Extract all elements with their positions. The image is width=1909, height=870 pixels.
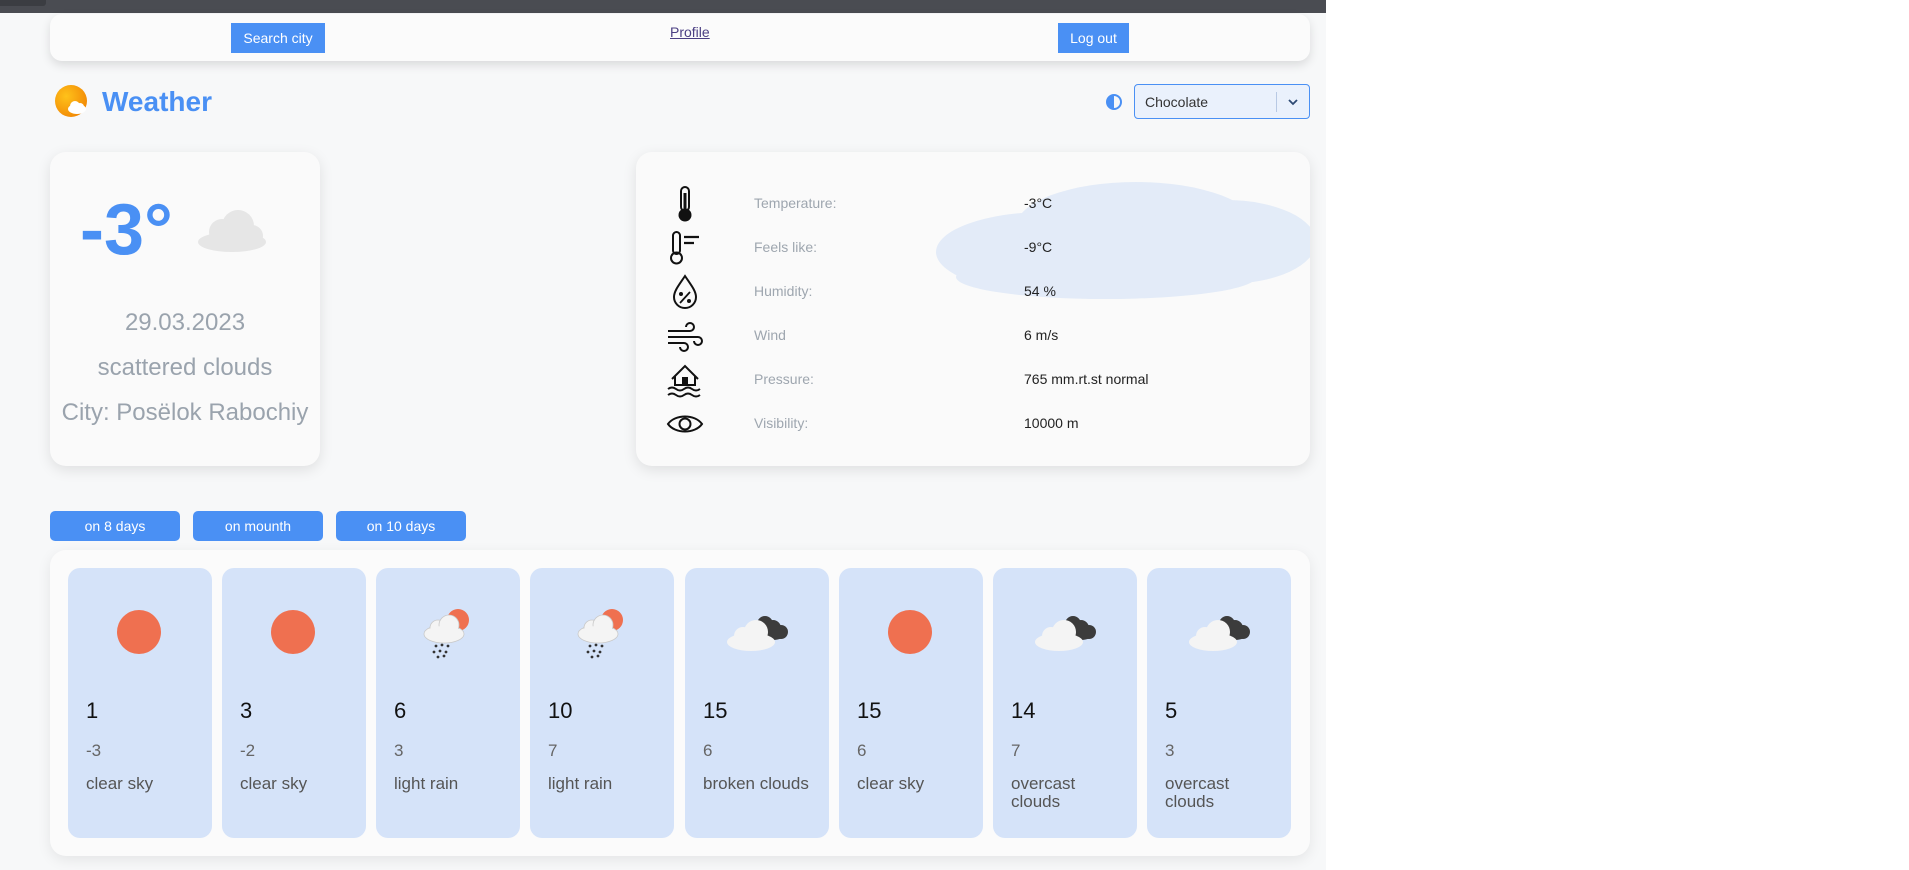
browser-tab-stub <box>0 0 46 6</box>
forecast-day-number: 15 <box>857 698 882 723</box>
detail-label: Feels like: <box>754 239 818 255</box>
forecast-day-number: 15 <box>703 698 728 723</box>
detail-label: Pressure: <box>754 371 814 387</box>
forecast-description: clear sky <box>86 774 154 793</box>
forecast-day-card[interactable]: 3 -2 clear sky <box>222 568 366 838</box>
forecast-day-number: 6 <box>394 698 407 723</box>
tab-8-days[interactable]: on 8 days <box>50 511 180 541</box>
forecast-day-number: 5 <box>1165 698 1178 723</box>
detail-row-temperature: Temperature: -3°C <box>636 182 1310 225</box>
sun-icon <box>117 610 161 654</box>
detail-value: 10000 m <box>1024 415 1079 431</box>
forecast-day-card[interactable]: 6 3 light rain <box>376 568 520 838</box>
humidity-icon <box>672 274 698 309</box>
forecast-temp: 7 <box>548 741 558 760</box>
detail-row-humidity: Humidity: 54 % <box>636 270 1310 313</box>
forecast-description: overcast clouds <box>1011 774 1076 811</box>
contrast-icon <box>1106 94 1122 110</box>
forecast-day-card[interactable]: 15 6 broken clouds <box>685 568 829 838</box>
detail-row-feels-like: Feels like: -9°C <box>636 226 1310 269</box>
wind-icon <box>668 322 703 352</box>
rain-icon <box>423 609 469 659</box>
pressure-icon <box>667 364 701 398</box>
forecast-day-number: 14 <box>1011 698 1036 723</box>
tab-month[interactable]: on mounth <box>193 511 323 541</box>
cloud-icon <box>198 210 266 252</box>
current-weather-card: -3° 29.03.2023 scattered clouds City: Po… <box>50 152 320 466</box>
forecast-description: light rain <box>394 774 459 793</box>
detail-value: 54 % <box>1024 283 1056 299</box>
forecast-description: clear sky <box>857 774 925 793</box>
forecast-day-card[interactable]: 10 7 light rain <box>530 568 674 838</box>
forecast-description: clear sky <box>240 774 308 793</box>
forecast-day-number: 10 <box>548 698 573 723</box>
detail-label: Humidity: <box>754 283 813 299</box>
overcast-clouds-icon <box>1035 616 1096 651</box>
rain-icon <box>577 609 623 659</box>
app-viewport: Search city Profile Log out Weather Choc… <box>0 0 1326 870</box>
forecast-temp: 3 <box>394 741 404 760</box>
thermometer-icon <box>678 186 692 222</box>
detail-value: 6 m/s <box>1024 327 1059 343</box>
detail-value: 765 mm.rt.st normal <box>1024 371 1149 387</box>
browser-top-strip <box>0 0 1326 13</box>
current-temperature: -3° <box>80 190 173 270</box>
select-separator <box>1276 92 1277 112</box>
page-title: Weather <box>102 86 212 117</box>
forecast-day-card[interactable]: 15 6 clear sky <box>839 568 983 838</box>
detail-row-pressure: Pressure: 765 mm.rt.st normal <box>636 358 1310 401</box>
forecast-temp: -2 <box>240 741 256 760</box>
detail-label: Temperature: <box>754 195 837 211</box>
theme-select-value: Chocolate <box>1145 94 1209 110</box>
current-description: scattered clouds <box>97 354 273 381</box>
forecast-day-number: 1 <box>86 698 99 723</box>
logout-button[interactable]: Log out <box>1058 23 1129 53</box>
broken-clouds-icon <box>727 616 788 651</box>
forecast-description: broken clouds <box>703 774 809 793</box>
sun-icon <box>888 610 932 654</box>
forecast-panel: 1 -3 clear sky 3 -2 clear sky 6 3 light … <box>50 550 1310 856</box>
detail-row-visibility: Visibility: 10000 m <box>636 402 1310 445</box>
detail-row-wind: Wind 6 m/s <box>636 314 1310 357</box>
tab-10-days[interactable]: on 10 days <box>336 511 466 541</box>
weather-details-card: Temperature: -3°C Feels like: -9°C Humid… <box>636 152 1310 466</box>
forecast-description: light rain <box>548 774 613 793</box>
chevron-down-icon[interactable] <box>1287 96 1299 108</box>
feels-like-icon <box>670 231 699 265</box>
forecast-temp: -3 <box>86 741 102 760</box>
sun-icon <box>271 610 315 654</box>
current-date: 29.03.2023 <box>124 309 246 336</box>
forecast-temp: 7 <box>1011 741 1021 760</box>
search-city-button[interactable]: Search city <box>231 23 325 53</box>
forecast-day-number: 3 <box>240 698 253 723</box>
overcast-clouds-icon <box>1189 616 1250 651</box>
forecast-temp: 6 <box>857 741 867 760</box>
forecast-temp: 6 <box>703 741 713 760</box>
detail-label: Wind <box>754 327 786 343</box>
navbar: Search city Profile Log out <box>50 14 1310 61</box>
forecast-day-card[interactable]: 5 3 overcast clouds <box>1147 568 1291 838</box>
weather-logo-icon <box>55 85 87 117</box>
detail-value: -3°C <box>1024 195 1053 211</box>
forecast-temp: 3 <box>1165 741 1175 760</box>
forecast-description: overcast clouds <box>1165 774 1230 811</box>
profile-link[interactable]: Profile <box>670 24 710 40</box>
forecast-day-card[interactable]: 14 7 overcast clouds <box>993 568 1137 838</box>
detail-value: -9°C <box>1024 239 1053 255</box>
theme-select[interactable]: Chocolate <box>1134 84 1310 119</box>
visibility-icon <box>666 415 704 433</box>
current-city: City: Posëlok Rabochiy <box>61 399 309 426</box>
detail-label: Visibility: <box>754 415 809 431</box>
forecast-day-card[interactable]: 1 -3 clear sky <box>68 568 212 838</box>
